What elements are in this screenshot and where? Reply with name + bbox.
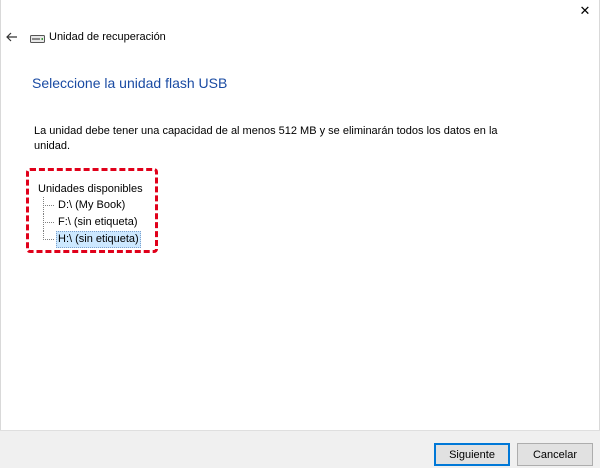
back-arrow-icon bbox=[6, 32, 17, 42]
tree-item-label-selected: H:\ (sin etiqueta) bbox=[56, 231, 141, 248]
tree-item-drive-h[interactable]: H:\ (sin etiqueta) bbox=[38, 231, 143, 248]
tree-item-label: F:\ (sin etiqueta) bbox=[58, 216, 138, 228]
close-button[interactable]: ✕ bbox=[570, 0, 600, 22]
tree-root-label: Unidades disponibles bbox=[38, 183, 143, 195]
recovery-drive-window: ✕ Unidad de recuperación Seleccione la u… bbox=[0, 0, 600, 468]
tree-connector bbox=[43, 222, 54, 223]
next-button[interactable]: Siguiente bbox=[434, 443, 510, 466]
drive-icon bbox=[30, 35, 45, 43]
dialog-footer: Siguiente Cancelar bbox=[0, 430, 600, 468]
close-icon: ✕ bbox=[579, 3, 591, 18]
page-title: Seleccione la unidad flash USB bbox=[32, 75, 228, 91]
tree-item-drive-f[interactable]: F:\ (sin etiqueta) bbox=[38, 214, 143, 231]
back-button[interactable] bbox=[3, 28, 21, 46]
window-border-left bbox=[0, 0, 1, 468]
tree-connector bbox=[43, 205, 54, 206]
window-title: Unidad de recuperación bbox=[49, 31, 166, 43]
tree-connector bbox=[43, 239, 54, 240]
instruction-text: La unidad debe tener una capacidad de al… bbox=[34, 125, 498, 152]
cancel-button[interactable]: Cancelar bbox=[517, 443, 593, 466]
available-drives-tree[interactable]: Unidades disponibles D:\ (My Book) F:\ (… bbox=[38, 181, 143, 248]
tree-item-drive-d[interactable]: D:\ (My Book) bbox=[38, 197, 143, 214]
tree-item-label: D:\ (My Book) bbox=[58, 199, 126, 211]
